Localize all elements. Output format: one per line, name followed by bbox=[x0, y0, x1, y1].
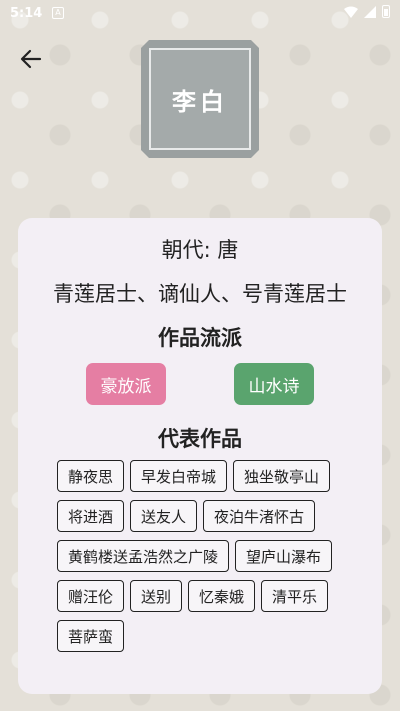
poet-info-card: 朝代: 唐 青莲居士、谪仙人、号青莲居士 作品流派 豪放派 山水诗 代表作品 静… bbox=[18, 218, 382, 694]
work-chip[interactable]: 忆秦娥 bbox=[188, 580, 256, 612]
works-title: 代表作品 bbox=[158, 427, 242, 451]
work-chip[interactable]: 早发白帝城 bbox=[130, 460, 228, 492]
status-icons bbox=[344, 5, 390, 18]
work-chip[interactable]: 黄鹤楼送孟浩然之广陵 bbox=[57, 540, 230, 572]
work-chip[interactable]: 将进酒 bbox=[57, 500, 125, 532]
poet-name: 李白 bbox=[172, 86, 228, 116]
work-chip[interactable]: 望庐山瀑布 bbox=[235, 540, 333, 572]
work-chip[interactable]: 送别 bbox=[130, 580, 183, 612]
school-tag-shanshui[interactable]: 山水诗 bbox=[234, 363, 314, 405]
school-tag-haofang[interactable]: 豪放派 bbox=[86, 363, 166, 405]
work-chip[interactable]: 静夜思 bbox=[57, 460, 125, 492]
work-chip[interactable]: 清平乐 bbox=[261, 580, 329, 612]
works-list: 静夜思 早发白帝城 独坐敬亭山 将进酒 送友人 夜泊牛渚怀古 黄鹤楼送孟浩然之广… bbox=[57, 460, 357, 652]
signal-icon bbox=[364, 5, 376, 18]
dynasty-label: 朝代: 唐 bbox=[161, 238, 239, 262]
work-chip[interactable]: 赠汪伦 bbox=[57, 580, 125, 612]
work-chip[interactable]: 送友人 bbox=[130, 500, 198, 532]
work-chip[interactable]: 独坐敬亭山 bbox=[233, 460, 331, 492]
battery-icon bbox=[382, 5, 390, 18]
status-bar: 5:14 A bbox=[0, 0, 400, 28]
work-chip[interactable]: 夜泊牛渚怀古 bbox=[203, 500, 316, 532]
back-button[interactable] bbox=[16, 44, 46, 74]
work-chip[interactable]: 菩萨蛮 bbox=[57, 620, 125, 652]
schools-title: 作品流派 bbox=[158, 326, 242, 350]
wifi-icon bbox=[344, 6, 358, 18]
notification-icon: A bbox=[52, 7, 64, 19]
alias-label: 青莲居士、谪仙人、号青莲居士 bbox=[53, 282, 347, 306]
back-arrow-icon bbox=[20, 49, 42, 69]
status-time: 5:14 bbox=[10, 6, 43, 21]
poet-seal: 李白 bbox=[149, 48, 251, 150]
